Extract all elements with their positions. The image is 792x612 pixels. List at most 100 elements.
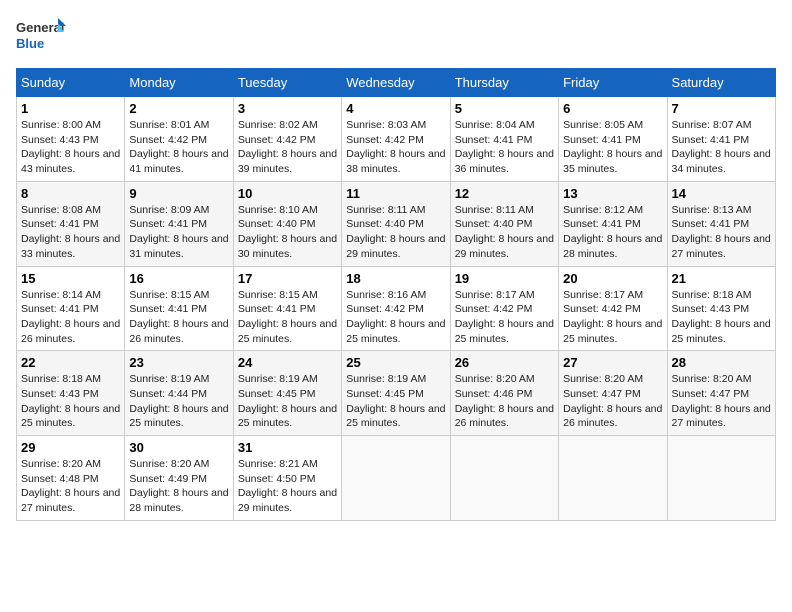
day-header-friday: Friday <box>559 69 667 97</box>
cell-text: Sunrise: 8:00 AMSunset: 4:43 PMDaylight:… <box>21 118 120 177</box>
cell-text: Sunrise: 8:17 AMSunset: 4:42 PMDaylight:… <box>455 288 554 347</box>
cell-text: Sunrise: 8:08 AMSunset: 4:41 PMDaylight:… <box>21 203 120 262</box>
page-header: General Blue <box>16 16 776 60</box>
day-header-monday: Monday <box>125 69 233 97</box>
calendar-cell: 22 Sunrise: 8:18 AMSunset: 4:43 PMDayligh… <box>17 351 125 436</box>
calendar-cell: 28 Sunrise: 8:20 AMSunset: 4:47 PMDayligh… <box>667 351 775 436</box>
day-number: 29 <box>21 440 120 455</box>
calendar-cell <box>667 436 775 521</box>
day-number: 28 <box>672 355 771 370</box>
calendar-cell: 2 Sunrise: 8:01 AMSunset: 4:42 PMDaylight… <box>125 97 233 182</box>
calendar-cell: 25Sunrise: 8:19 AMSunset: 4:45 PMDayligh… <box>342 351 450 436</box>
week-row-3: 15Sunrise: 8:14 AMSunset: 4:41 PMDayligh… <box>17 266 776 351</box>
day-number: 13 <box>563 186 662 201</box>
calendar-cell <box>450 436 558 521</box>
day-number: 9 <box>129 186 228 201</box>
calendar-cell: 31 Sunrise: 8:21 AMSunset: 4:50 PMDayligh… <box>233 436 341 521</box>
cell-text: Sunrise: 8:19 AMSunset: 4:44 PMDaylight:… <box>129 372 228 431</box>
day-number: 26 <box>455 355 554 370</box>
calendar-cell: 13 Sunrise: 8:12 AMSunset: 4:41 PMDayligh… <box>559 181 667 266</box>
day-header-thursday: Thursday <box>450 69 558 97</box>
day-number: 3 <box>238 101 337 116</box>
cell-text: Sunrise: 8:20 AMSunset: 4:48 PMDaylight:… <box>21 457 120 516</box>
cell-text: Sunrise: 8:16 AMSunset: 4:42 PMDaylight:… <box>346 288 445 347</box>
day-number: 21 <box>672 271 771 286</box>
day-number: 8 <box>21 186 120 201</box>
day-number: 19 <box>455 271 554 286</box>
cell-text: Sunrise: 8:21 AMSunset: 4:50 PMDaylight:… <box>238 457 337 516</box>
day-number: 10 <box>238 186 337 201</box>
day-number: 22 <box>21 355 120 370</box>
calendar-cell: 24 Sunrise: 8:19 AMSunset: 4:45 PMDayligh… <box>233 351 341 436</box>
cell-text: Sunrise: 8:20 AMSunset: 4:47 PMDaylight:… <box>672 372 771 431</box>
week-row-4: 22 Sunrise: 8:18 AMSunset: 4:43 PMDayligh… <box>17 351 776 436</box>
day-header-wednesday: Wednesday <box>342 69 450 97</box>
calendar-cell: 27Sunrise: 8:20 AMSunset: 4:47 PMDayligh… <box>559 351 667 436</box>
calendar-cell: 16Sunrise: 8:15 AMSunset: 4:41 PMDayligh… <box>125 266 233 351</box>
cell-text: Sunrise: 8:18 AMSunset: 4:43 PMDaylight:… <box>672 288 771 347</box>
week-row-5: 29 Sunrise: 8:20 AMSunset: 4:48 PMDayligh… <box>17 436 776 521</box>
calendar-cell: 12 Sunrise: 8:11 AMSunset: 4:40 PMDayligh… <box>450 181 558 266</box>
cell-text: Sunrise: 8:13 AMSunset: 4:41 PMDaylight:… <box>672 203 771 262</box>
calendar-cell: 4 Sunrise: 8:03 AMSunset: 4:42 PMDaylight… <box>342 97 450 182</box>
day-number: 14 <box>672 186 771 201</box>
cell-text: Sunrise: 8:19 AMSunset: 4:45 PMDaylight:… <box>238 372 337 431</box>
cell-text: Sunrise: 8:15 AMSunset: 4:41 PMDaylight:… <box>129 288 228 347</box>
calendar-cell: 20Sunrise: 8:17 AMSunset: 4:42 PMDayligh… <box>559 266 667 351</box>
calendar-cell <box>559 436 667 521</box>
day-number: 1 <box>21 101 120 116</box>
calendar-table: SundayMondayTuesdayWednesdayThursdayFrid… <box>16 68 776 521</box>
cell-text: Sunrise: 8:10 AMSunset: 4:40 PMDaylight:… <box>238 203 337 262</box>
day-header-saturday: Saturday <box>667 69 775 97</box>
cell-text: Sunrise: 8:03 AMSunset: 4:42 PMDaylight:… <box>346 118 445 177</box>
day-number: 27 <box>563 355 662 370</box>
cell-text: Sunrise: 8:11 AMSunset: 4:40 PMDaylight:… <box>455 203 554 262</box>
calendar-cell: 29 Sunrise: 8:20 AMSunset: 4:48 PMDayligh… <box>17 436 125 521</box>
day-number: 31 <box>238 440 337 455</box>
calendar-cell: 18 Sunrise: 8:16 AMSunset: 4:42 PMDayligh… <box>342 266 450 351</box>
logo: General Blue <box>16 16 70 60</box>
logo-svg: General Blue <box>16 16 66 60</box>
day-number: 2 <box>129 101 228 116</box>
day-number: 24 <box>238 355 337 370</box>
cell-text: Sunrise: 8:15 AMSunset: 4:41 PMDaylight:… <box>238 288 337 347</box>
calendar-cell: 11 Sunrise: 8:11 AMSunset: 4:40 PMDayligh… <box>342 181 450 266</box>
calendar-cell: 17 Sunrise: 8:15 AMSunset: 4:41 PMDayligh… <box>233 266 341 351</box>
day-number: 5 <box>455 101 554 116</box>
calendar-cell: 1 Sunrise: 8:00 AMSunset: 4:43 PMDaylight… <box>17 97 125 182</box>
calendar-cell: 8 Sunrise: 8:08 AMSunset: 4:41 PMDaylight… <box>17 181 125 266</box>
day-header-sunday: Sunday <box>17 69 125 97</box>
day-number: 17 <box>238 271 337 286</box>
cell-text: Sunrise: 8:18 AMSunset: 4:43 PMDaylight:… <box>21 372 120 431</box>
calendar-cell <box>342 436 450 521</box>
calendar-cell: 6 Sunrise: 8:05 AMSunset: 4:41 PMDaylight… <box>559 97 667 182</box>
calendar-cell: 26Sunrise: 8:20 AMSunset: 4:46 PMDayligh… <box>450 351 558 436</box>
week-row-2: 8 Sunrise: 8:08 AMSunset: 4:41 PMDaylight… <box>17 181 776 266</box>
calendar-cell: 19 Sunrise: 8:17 AMSunset: 4:42 PMDayligh… <box>450 266 558 351</box>
calendar-cell: 23 Sunrise: 8:19 AMSunset: 4:44 PMDayligh… <box>125 351 233 436</box>
calendar-cell: 15Sunrise: 8:14 AMSunset: 4:41 PMDayligh… <box>17 266 125 351</box>
day-number: 12 <box>455 186 554 201</box>
cell-text: Sunrise: 8:20 AMSunset: 4:49 PMDaylight:… <box>129 457 228 516</box>
cell-text: Sunrise: 8:17 AMSunset: 4:42 PMDaylight:… <box>563 288 662 347</box>
cell-text: Sunrise: 8:01 AMSunset: 4:42 PMDaylight:… <box>129 118 228 177</box>
day-number: 7 <box>672 101 771 116</box>
day-number: 4 <box>346 101 445 116</box>
day-number: 30 <box>129 440 228 455</box>
cell-text: Sunrise: 8:09 AMSunset: 4:41 PMDaylight:… <box>129 203 228 262</box>
cell-text: Sunrise: 8:19 AMSunset: 4:45 PMDaylight:… <box>346 372 445 431</box>
cell-text: Sunrise: 8:11 AMSunset: 4:40 PMDaylight:… <box>346 203 445 262</box>
calendar-cell: 21 Sunrise: 8:18 AMSunset: 4:43 PMDayligh… <box>667 266 775 351</box>
day-number: 23 <box>129 355 228 370</box>
cell-text: Sunrise: 8:12 AMSunset: 4:41 PMDaylight:… <box>563 203 662 262</box>
day-number: 6 <box>563 101 662 116</box>
svg-text:Blue: Blue <box>16 36 44 51</box>
day-number: 18 <box>346 271 445 286</box>
calendar-cell: 7Sunrise: 8:07 AMSunset: 4:41 PMDaylight… <box>667 97 775 182</box>
day-header-tuesday: Tuesday <box>233 69 341 97</box>
cell-text: Sunrise: 8:05 AMSunset: 4:41 PMDaylight:… <box>563 118 662 177</box>
day-number: 11 <box>346 186 445 201</box>
calendar-cell: 9 Sunrise: 8:09 AMSunset: 4:41 PMDaylight… <box>125 181 233 266</box>
calendar-cell: 5Sunrise: 8:04 AMSunset: 4:41 PMDaylight… <box>450 97 558 182</box>
cell-text: Sunrise: 8:02 AMSunset: 4:42 PMDaylight:… <box>238 118 337 177</box>
